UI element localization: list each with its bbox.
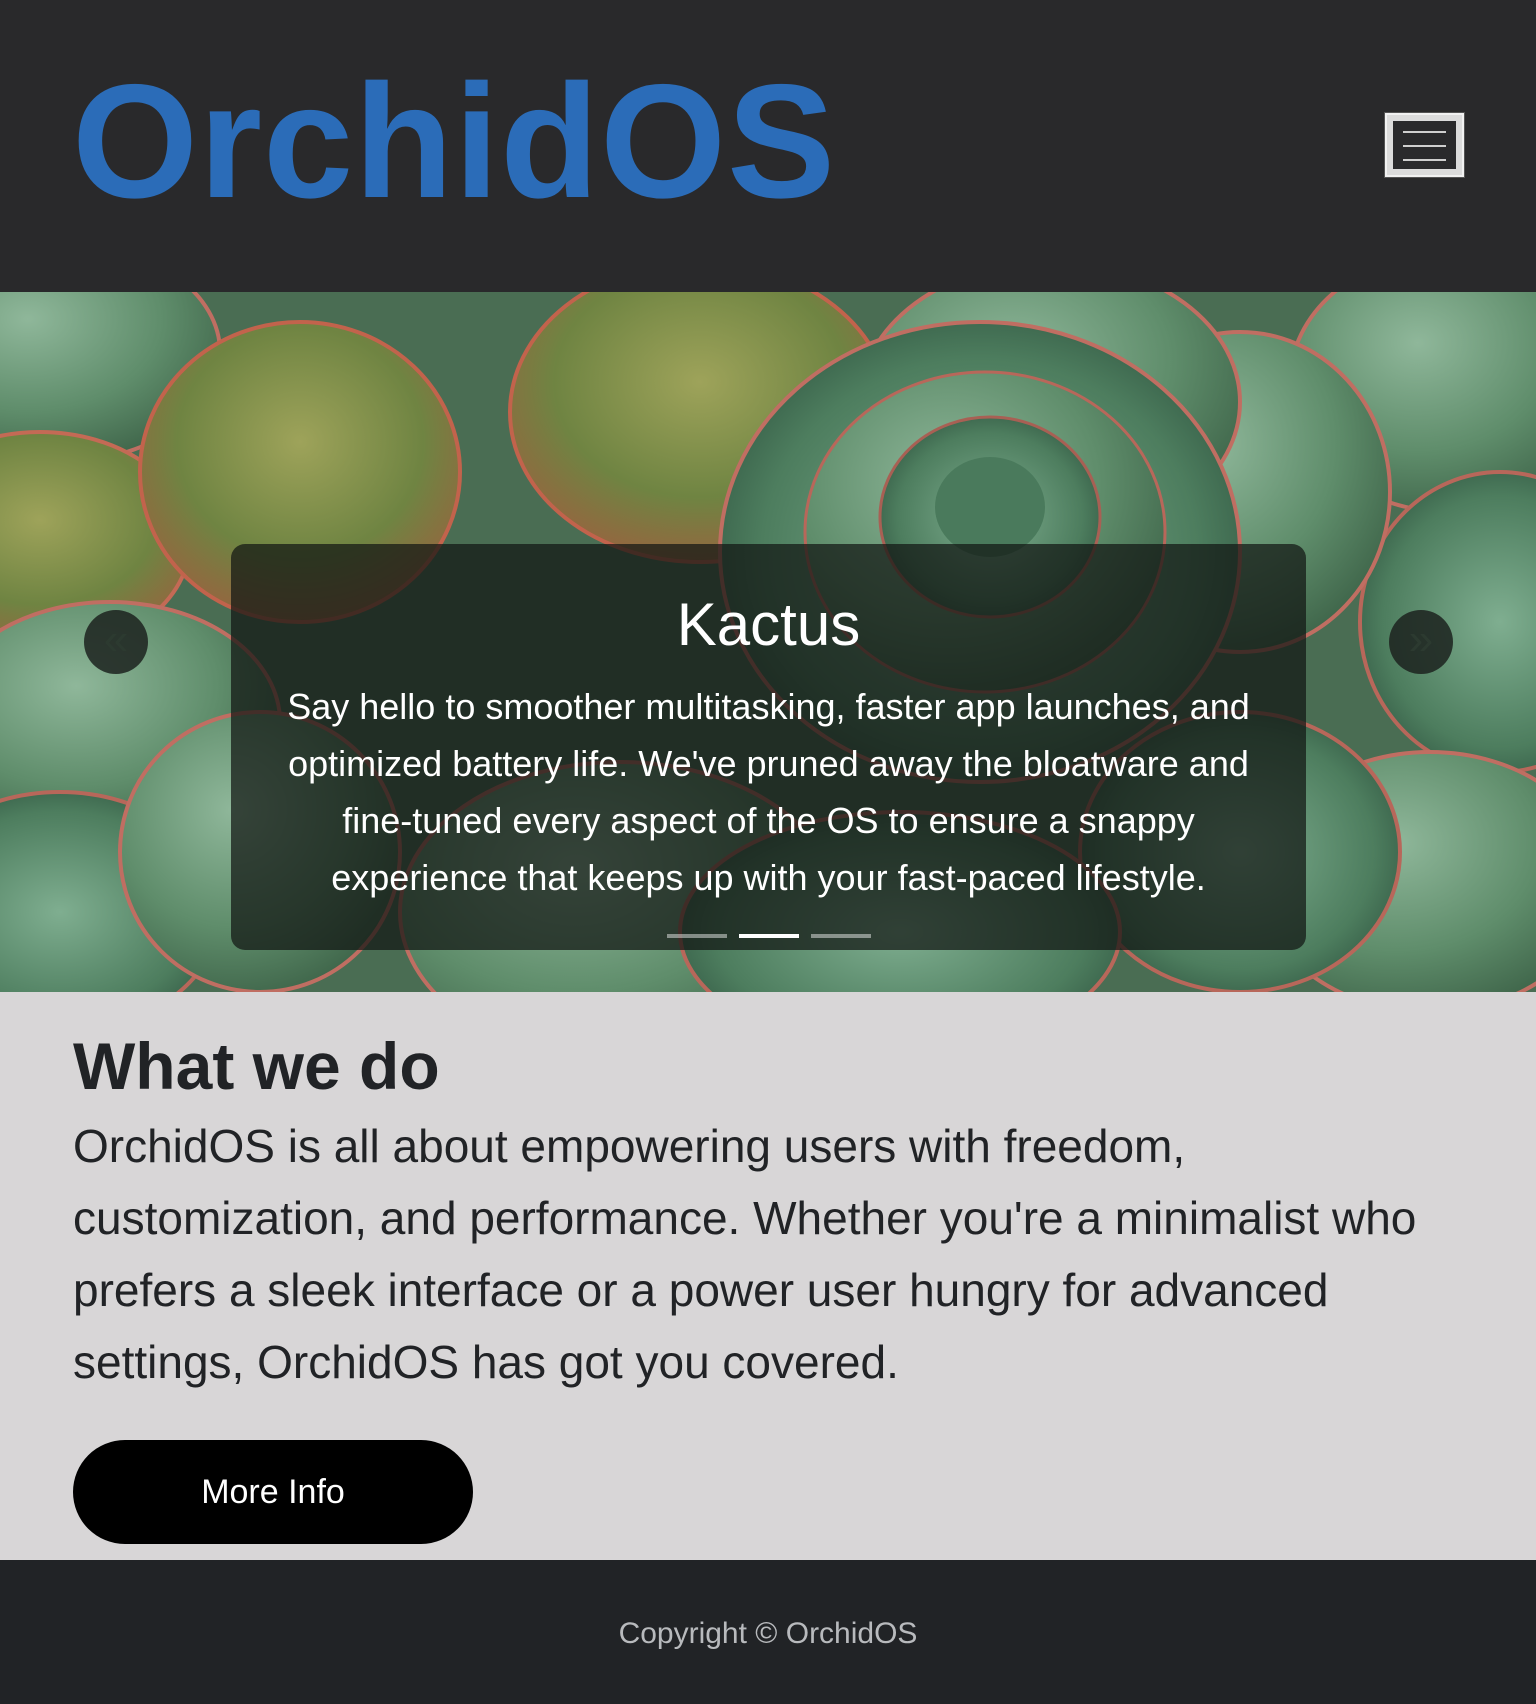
section-description: OrchidOS is all about empowering users w…	[73, 1120, 1417, 1388]
hamburger-line	[1403, 145, 1446, 147]
chevron-double-right-icon: »	[1408, 615, 1434, 664]
chevron-double-left-icon: «	[103, 615, 129, 664]
site-logo[interactable]: OrchidOS	[72, 61, 836, 223]
carousel-next-button[interactable]: »	[1389, 610, 1453, 674]
carousel-indicator-1[interactable]	[666, 934, 727, 938]
slide-title: Kactus	[676, 591, 861, 658]
hamburger-icon	[1393, 121, 1456, 169]
carousel-indicator-3[interactable]	[810, 934, 871, 938]
carousel-caption: Kactus Say hello to smoother multitaskin…	[231, 544, 1306, 950]
slide-description: Say hello to smoother multitasking, fast…	[287, 686, 1250, 898]
carousel-prev-button[interactable]: «	[84, 610, 148, 674]
carousel-indicator-2[interactable]	[738, 934, 799, 938]
site-header: OrchidOS	[0, 0, 1536, 292]
copyright-text: Copyright © OrchidOS	[618, 1617, 918, 1650]
site-footer: Copyright © OrchidOS	[0, 1560, 1536, 1704]
menu-toggle-button[interactable]	[1384, 112, 1465, 178]
more-info-button[interactable]: More Info	[73, 1440, 473, 1544]
section-title: What we do	[73, 1029, 440, 1103]
hero-carousel: « » Kactus Say hello to smoother multita…	[0, 292, 1536, 992]
what-we-do-section: What we do OrchidOS is all about empower…	[0, 992, 1536, 1560]
carousel-indicators	[231, 934, 1306, 938]
hamburger-line	[1403, 159, 1446, 161]
hamburger-line	[1403, 131, 1446, 133]
